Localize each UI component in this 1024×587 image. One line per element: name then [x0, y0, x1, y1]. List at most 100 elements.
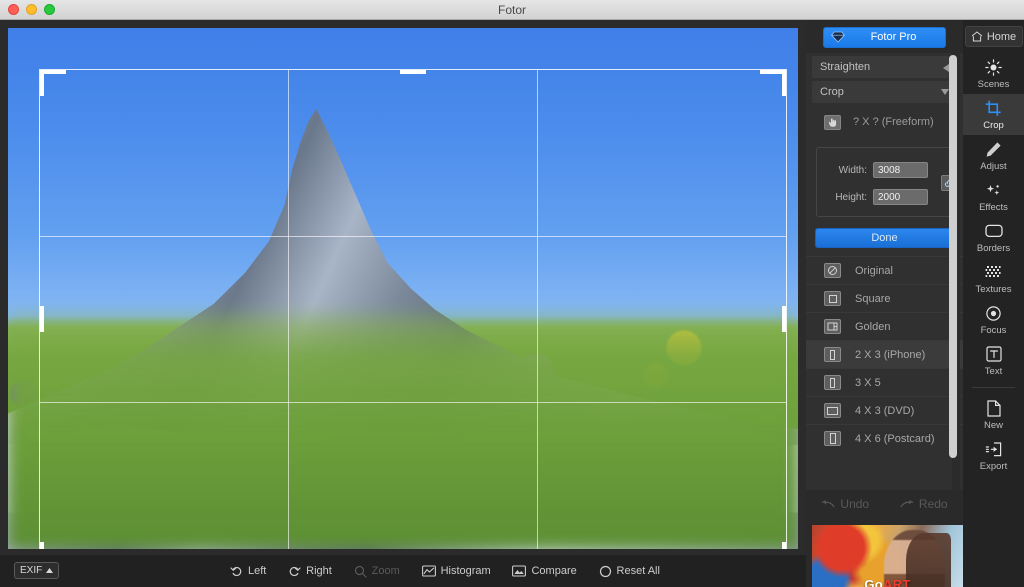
bottom-toolbar: EXIF Left Right Zoom Histogram Compare R…	[0, 555, 806, 587]
exif-button[interactable]: EXIF	[14, 562, 60, 579]
rail-item-crop[interactable]: Crop	[963, 94, 1024, 135]
current-ratio-row[interactable]: ? X ? (Freeform)	[812, 107, 957, 137]
histogram-icon	[421, 565, 436, 577]
ratio-label-original: Original	[855, 264, 893, 277]
compare-label: Compare	[531, 565, 577, 577]
portrait-ratio-icon	[824, 375, 841, 390]
compare-button[interactable]: Compare	[512, 565, 577, 577]
window-title: Fotor	[497, 3, 526, 17]
rail-label-new: New	[983, 419, 1003, 431]
section-straighten-label: Straighten	[820, 61, 871, 73]
section-crop-label: Crop	[820, 86, 844, 98]
width-input[interactable]	[873, 162, 928, 178]
minimize-button[interactable]	[26, 4, 37, 15]
history-bar: Undo Redo	[806, 490, 963, 518]
rail-item-scenes[interactable]: Scenes	[963, 53, 1024, 94]
pro-row: Fotor Pro	[806, 25, 963, 49]
rotate-left-button[interactable]: Left	[230, 565, 266, 578]
ratio-label-4x6-postcard: 4 X 6 (Postcard)	[855, 432, 935, 445]
rail-item-adjust[interactable]: Adjust	[963, 135, 1024, 176]
crop-icon	[985, 99, 1002, 118]
meadow-foreground	[8, 306, 798, 549]
bottom-actions: Left Right Zoom Histogram Compare Reset …	[230, 555, 660, 587]
rail-item-export[interactable]: Export	[963, 435, 1024, 476]
diamond-icon	[826, 28, 850, 47]
tool-rail: Home Scenes Crop Adjust Effects Borders …	[963, 20, 1024, 587]
home-button[interactable]: Home	[964, 26, 1023, 47]
portrait-ratio-icon	[824, 347, 841, 362]
text-t-icon	[985, 345, 1002, 364]
rail-label-focus: Focus	[980, 324, 1007, 336]
ratio-label-4x3-dvd: 4 X 3 (DVD)	[855, 404, 915, 417]
rail-item-new[interactable]: New	[963, 394, 1024, 435]
done-label: Done	[871, 232, 898, 244]
ratio-label-square: Square	[855, 292, 891, 305]
histogram-button[interactable]: Histogram	[421, 565, 491, 577]
triangle-down-icon	[941, 89, 949, 95]
export-arrow-icon	[985, 440, 1002, 459]
rail-item-text[interactable]: Text	[963, 340, 1024, 381]
no-crop-icon	[824, 263, 841, 278]
ratio-label-3x5: 3 X 5	[855, 376, 881, 389]
rail-label-effects: Effects	[979, 201, 1008, 213]
exif-label: EXIF	[20, 565, 43, 576]
photo-image	[8, 28, 798, 549]
height-input[interactable]	[873, 189, 928, 205]
rotate-left-icon	[230, 565, 243, 578]
ratio-item-golden[interactable]: Golden	[806, 312, 963, 340]
target-circle-icon	[985, 304, 1002, 323]
ratio-item-square[interactable]: Square	[806, 284, 963, 312]
section-straighten[interactable]: Straighten	[812, 56, 957, 78]
title-bar: Fotor	[0, 0, 1024, 20]
redo-label: Redo	[918, 497, 948, 511]
width-row: Width:	[827, 162, 928, 178]
ratio-item-3x5[interactable]: 3 X 5	[806, 368, 963, 396]
rail-item-effects[interactable]: Effects	[963, 176, 1024, 217]
ratio-item-4x6-postcard[interactable]: 4 X 6 (Postcard)	[806, 424, 963, 452]
fotor-pro-button[interactable]: Fotor Pro	[823, 26, 946, 48]
ratio-item-2x3-iphone[interactable]: 2 X 3 (iPhone)	[806, 340, 963, 368]
panel-scrollbar-thumb[interactable]	[949, 55, 957, 458]
width-label: Width:	[838, 164, 867, 176]
golden-ratio-icon	[824, 319, 841, 334]
rail-label-borders: Borders	[976, 242, 1011, 254]
panel-scrollbar-track[interactable]	[949, 53, 960, 490]
height-row: Height:	[827, 189, 928, 205]
rail-label-scenes: Scenes	[977, 78, 1010, 90]
promo-banner-brand: GoART	[812, 577, 963, 587]
fotor-pro-label: Fotor Pro	[870, 31, 917, 43]
home-label: Home	[986, 30, 1017, 43]
rail-item-borders[interactable]: Borders	[963, 217, 1024, 258]
promo-brand-go: Go	[864, 577, 884, 587]
sparkles-icon	[985, 181, 1002, 200]
undo-label: Undo	[840, 497, 870, 511]
close-button[interactable]	[8, 4, 19, 15]
home-icon	[971, 31, 983, 42]
current-ratio-label: ? X ? (Freeform)	[853, 116, 934, 128]
rail-item-textures[interactable]: Textures	[963, 258, 1024, 299]
done-button[interactable]: Done	[815, 228, 954, 248]
square-ratio-icon	[824, 291, 841, 306]
reset-all-button[interactable]: Reset All	[599, 565, 660, 578]
promo-brand-art: ART	[883, 577, 911, 587]
rail-label-crop: Crop	[983, 119, 1004, 131]
fotor-app-window: Fotor EXIF Left Right Zoom Histogram Com…	[0, 0, 1024, 587]
ratio-item-4x3-dvd[interactable]: 4 X 3 (DVD)	[806, 396, 963, 424]
undo-button: Undo	[821, 497, 869, 511]
triangle-up-icon	[46, 568, 54, 573]
rail-item-focus[interactable]: Focus	[963, 299, 1024, 340]
canvas-area[interactable]	[0, 20, 806, 555]
rotate-right-button[interactable]: Right	[288, 565, 332, 578]
section-crop[interactable]: Crop	[812, 81, 957, 103]
ratio-item-original[interactable]: Original	[806, 256, 963, 284]
rail-label-text: Text	[984, 365, 1003, 377]
reset-circle-icon	[599, 565, 612, 578]
ratio-label-2x3-iphone: 2 X 3 (iPhone)	[855, 348, 926, 361]
pencil-icon	[985, 140, 1002, 159]
rotate-right-label: Right	[306, 565, 332, 577]
promo-banner-goart[interactable]: GoART Turn Photos into Art	[812, 525, 963, 587]
grid-dots-icon	[985, 263, 1002, 282]
maximize-button[interactable]	[44, 4, 55, 15]
rounded-rect-icon	[984, 222, 1003, 241]
undo-arrow-icon	[821, 499, 835, 509]
